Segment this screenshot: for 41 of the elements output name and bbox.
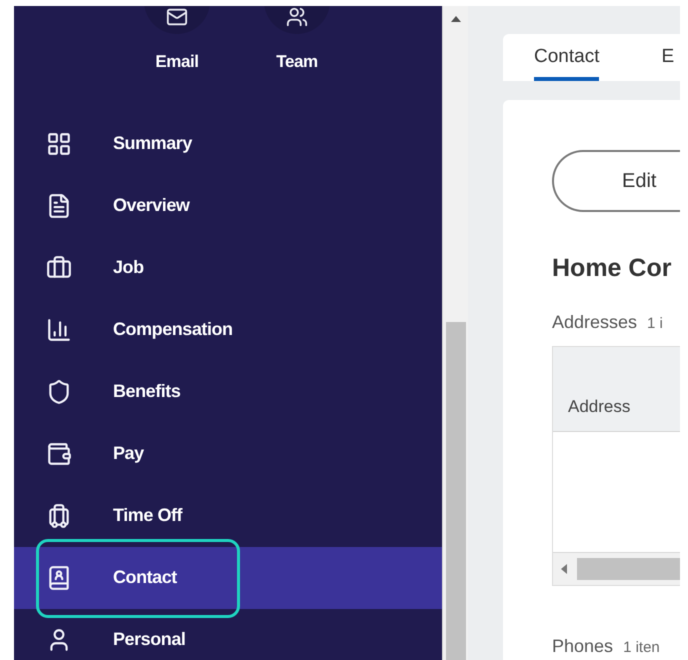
sidebar-item[interactable]: Benefits — [14, 360, 442, 422]
wallet-icon — [46, 440, 72, 466]
phones-label: Phones — [552, 635, 614, 658]
sidebar-label: Pay — [113, 442, 144, 465]
sidebar-item[interactable]: Personal — [14, 608, 442, 660]
sidebar-item[interactable]: Job — [14, 236, 442, 298]
scrollbar[interactable] — [442, 6, 468, 660]
table-scrollbar[interactable] — [553, 552, 680, 585]
people-icon — [286, 6, 308, 28]
sidebar-label: Summary — [113, 132, 192, 155]
grid-icon — [46, 130, 72, 156]
tab[interactable]: Contact — [534, 34, 600, 80]
sidebar-label: Job — [113, 256, 144, 279]
sidebar-item[interactable]: Summary — [14, 112, 442, 174]
section-title: Home Cor — [552, 252, 672, 284]
briefcase-icon — [46, 254, 72, 280]
sidebar-item[interactable]: Compensation — [14, 298, 442, 360]
sidebar-label: Benefits — [113, 380, 180, 403]
sidebar-label: Compensation — [113, 318, 233, 341]
quick-action-label: Email — [155, 51, 199, 73]
item-count: 1 i — [647, 314, 663, 334]
chart-icon — [46, 316, 72, 342]
envelope-icon — [166, 6, 188, 28]
column-header: Address — [553, 347, 680, 432]
scrollbar-thumb[interactable] — [446, 322, 466, 660]
quick-action-label: Team — [276, 51, 318, 73]
edit-button[interactable]: Edit — [552, 150, 680, 212]
sidebar-item[interactable]: Overview — [14, 174, 442, 236]
sidebar-label: Contact — [113, 566, 177, 589]
sidebar-label: Personal — [113, 628, 186, 651]
sidebar-item[interactable]: Contact — [14, 546, 442, 608]
sidebar-label: Overview — [113, 194, 190, 217]
sidebar-item[interactable]: Time Off — [14, 484, 442, 546]
scroll-up-icon[interactable] — [450, 16, 460, 22]
scroll-left-icon[interactable] — [561, 564, 567, 574]
scrollbar-thumb[interactable] — [577, 558, 680, 580]
sidebar-item[interactable]: Pay — [14, 422, 442, 484]
sidebar-label: Time Off — [113, 504, 182, 527]
item-count: 1 iten — [623, 638, 660, 658]
addresses-label: Addresses — [552, 311, 638, 334]
tab[interactable]: E — [661, 34, 674, 80]
